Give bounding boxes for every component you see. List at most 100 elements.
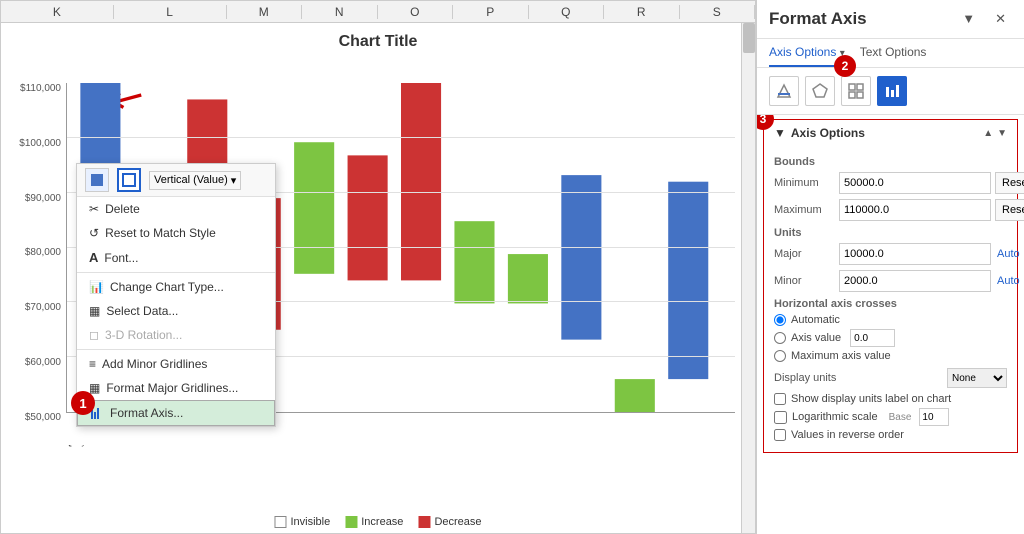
axis-options-panel: 3 ▼ Axis Options ▲ ▼ Bounds Minimum Rese… <box>757 115 1024 534</box>
scroll-thumb[interactable] <box>743 23 755 53</box>
fill-line-icon <box>776 83 792 99</box>
log-scale-row: Logarithmic scale Base <box>774 408 1007 426</box>
ctx-format-major-label: Format Major Gridlines... <box>106 381 238 395</box>
bar-q4fy18 <box>294 142 334 274</box>
radio-maxaxis-label: Maximum axis value <box>791 350 891 362</box>
ctx-3d: ◻ 3-D Rotation... <box>77 323 275 347</box>
fill-icon[interactable] <box>85 168 109 192</box>
badge-2-btn[interactable]: 2 <box>841 76 871 106</box>
display-units-select[interactable]: None Hundreds Thousands Millions <box>947 368 1007 388</box>
values-reverse-row: Values in reverse order <box>774 429 1007 441</box>
haxis-section: Horizontal axis crosses Automatic Axis v… <box>774 298 1007 362</box>
axis-value-input[interactable] <box>850 329 895 347</box>
ctx-change-chart[interactable]: 📊 Change Chart Type... <box>77 275 275 299</box>
panel-controls: ▼ ✕ <box>956 8 1012 30</box>
show-display-label-row: Show display units label on chart <box>774 393 1007 405</box>
chart-title: Chart Title <box>1 23 755 56</box>
legend-increase-label: Increase <box>361 516 403 528</box>
ctx-3d-label: 3-D Rotation... <box>105 328 182 342</box>
badge-1: 1 <box>71 391 95 415</box>
col-k: K <box>1 5 114 19</box>
values-reverse-checkbox[interactable] <box>774 429 786 441</box>
ctx-delete[interactable]: ✂ Delete <box>77 197 275 221</box>
bar-q1fy19 <box>348 155 388 280</box>
unpin-button[interactable]: ▼ <box>956 8 981 30</box>
major-label: Major <box>774 248 839 260</box>
y-label-100k: $100,000 <box>19 138 61 149</box>
major-auto[interactable]: Auto <box>997 248 1020 260</box>
y-label-60k: $60,000 <box>25 357 61 368</box>
tab-text-options[interactable]: Text Options <box>860 39 927 67</box>
maximum-label: Maximum <box>774 204 839 216</box>
radio-max-axis[interactable] <box>774 350 786 362</box>
grid-line-1 <box>67 137 735 138</box>
y-label-80k: $80,000 <box>25 247 61 258</box>
ctx-reset[interactable]: ↺ Reset to Match Style <box>77 221 275 245</box>
haxis-title: Horizontal axis crosses <box>774 298 1007 310</box>
axis-options-section: 3 ▼ Axis Options ▲ ▼ Bounds Minimum Rese… <box>763 119 1018 453</box>
dropdown-arrow-icon: ▾ <box>231 174 237 187</box>
close-button[interactable]: ✕ <box>989 8 1012 30</box>
tab-axis-label: Axis Options <box>769 45 836 59</box>
scroll-down-btn[interactable]: ▼ <box>997 128 1007 139</box>
legend-decrease-label: Decrease <box>434 516 481 528</box>
scroll-up-btn[interactable]: ▲ <box>983 128 993 139</box>
ctx-font[interactable]: A Font... <box>77 245 275 270</box>
scroll-bar[interactable] <box>741 23 755 533</box>
column-headers: K L M N O P Q R S <box>1 1 755 23</box>
axis-options-btn[interactable] <box>877 76 907 106</box>
minor-row: Minor Auto <box>774 270 1007 292</box>
reset-icon: ↺ <box>89 226 99 240</box>
radio-axisvalue-row: Axis value <box>774 329 1007 347</box>
chart-content: Chart Title ↙ $110,000 $100,000 $90,000 … <box>1 23 755 533</box>
outline-icon[interactable] <box>117 168 141 192</box>
minimum-input[interactable] <box>839 172 991 194</box>
panel-header: Format Axis ▼ ✕ <box>757 0 1024 39</box>
x-label-current: Current Balance <box>66 445 124 447</box>
bar-q1fy20 <box>561 175 601 340</box>
ctx-add-minor[interactable]: ≡ Add Minor Gridlines <box>77 352 275 376</box>
effects-btn[interactable] <box>805 76 835 106</box>
separator-2 <box>77 349 275 350</box>
radio-axis-value[interactable] <box>774 332 786 344</box>
col-p: P <box>453 5 529 19</box>
y-label-110k: $110,000 <box>20 83 61 94</box>
y-label-70k: $70,000 <box>25 302 61 313</box>
axis-dropdown[interactable]: Vertical (Value) ▾ <box>149 171 241 190</box>
section-scroll-controls: ▲ ▼ <box>983 128 1007 139</box>
show-display-checkbox[interactable] <box>774 393 786 405</box>
minor-input[interactable] <box>839 270 991 292</box>
maximum-reset-btn[interactable]: Reset <box>995 199 1024 221</box>
right-panel: Format Axis ▼ ✕ Axis Options ▾ Text Opti… <box>756 0 1024 534</box>
x-labels-container: Carryover Bal. Q1 FY2018 Q2 FY 2... Q3 F… <box>66 445 735 485</box>
minor-auto[interactable]: Auto <box>997 275 1020 287</box>
legend-decrease: Decrease <box>418 516 481 528</box>
badge-2-circle: 2 <box>834 55 856 77</box>
ctx-reset-label: Reset to Match Style <box>105 226 216 240</box>
ctx-select-data[interactable]: ▦ Select Data... <box>77 299 275 323</box>
axis-dropdown-label: Vertical (Value) <box>154 174 228 186</box>
fill-format-btn[interactable] <box>769 76 799 106</box>
chart-type-icon: 📊 <box>89 280 104 294</box>
section-header[interactable]: ▼ Axis Options ▲ ▼ <box>764 120 1017 146</box>
log-base-input[interactable] <box>919 408 949 426</box>
radio-automatic-row: Automatic <box>774 314 1007 326</box>
bar-q4fy19 <box>508 254 548 303</box>
maximum-input[interactable] <box>839 199 991 221</box>
maximum-row: Maximum Reset <box>774 199 1007 221</box>
minimum-reset-btn[interactable]: Reset <box>995 172 1024 194</box>
legend-increase-color <box>345 516 357 528</box>
major-input[interactable] <box>839 243 991 265</box>
ctx-format-major[interactable]: ▦ Format Major Gridlines... <box>77 376 275 400</box>
ctx-font-label: Font... <box>104 251 138 265</box>
ctx-format-axis[interactable]: Format Axis... <box>77 400 275 426</box>
y-axis: $110,000 $100,000 $90,000 $80,000 $70,00… <box>6 83 61 423</box>
legend: Invisible Increase Decrease <box>274 516 481 528</box>
minimum-row: Minimum Reset <box>774 172 1007 194</box>
log-scale-checkbox[interactable] <box>774 411 787 424</box>
bar-q2fy19 <box>401 83 441 280</box>
values-reverse-label: Values in reverse order <box>791 429 904 441</box>
legend-increase: Increase <box>345 516 403 528</box>
radio-automatic[interactable] <box>774 314 786 326</box>
ctx-change-chart-label: Change Chart Type... <box>110 280 224 294</box>
